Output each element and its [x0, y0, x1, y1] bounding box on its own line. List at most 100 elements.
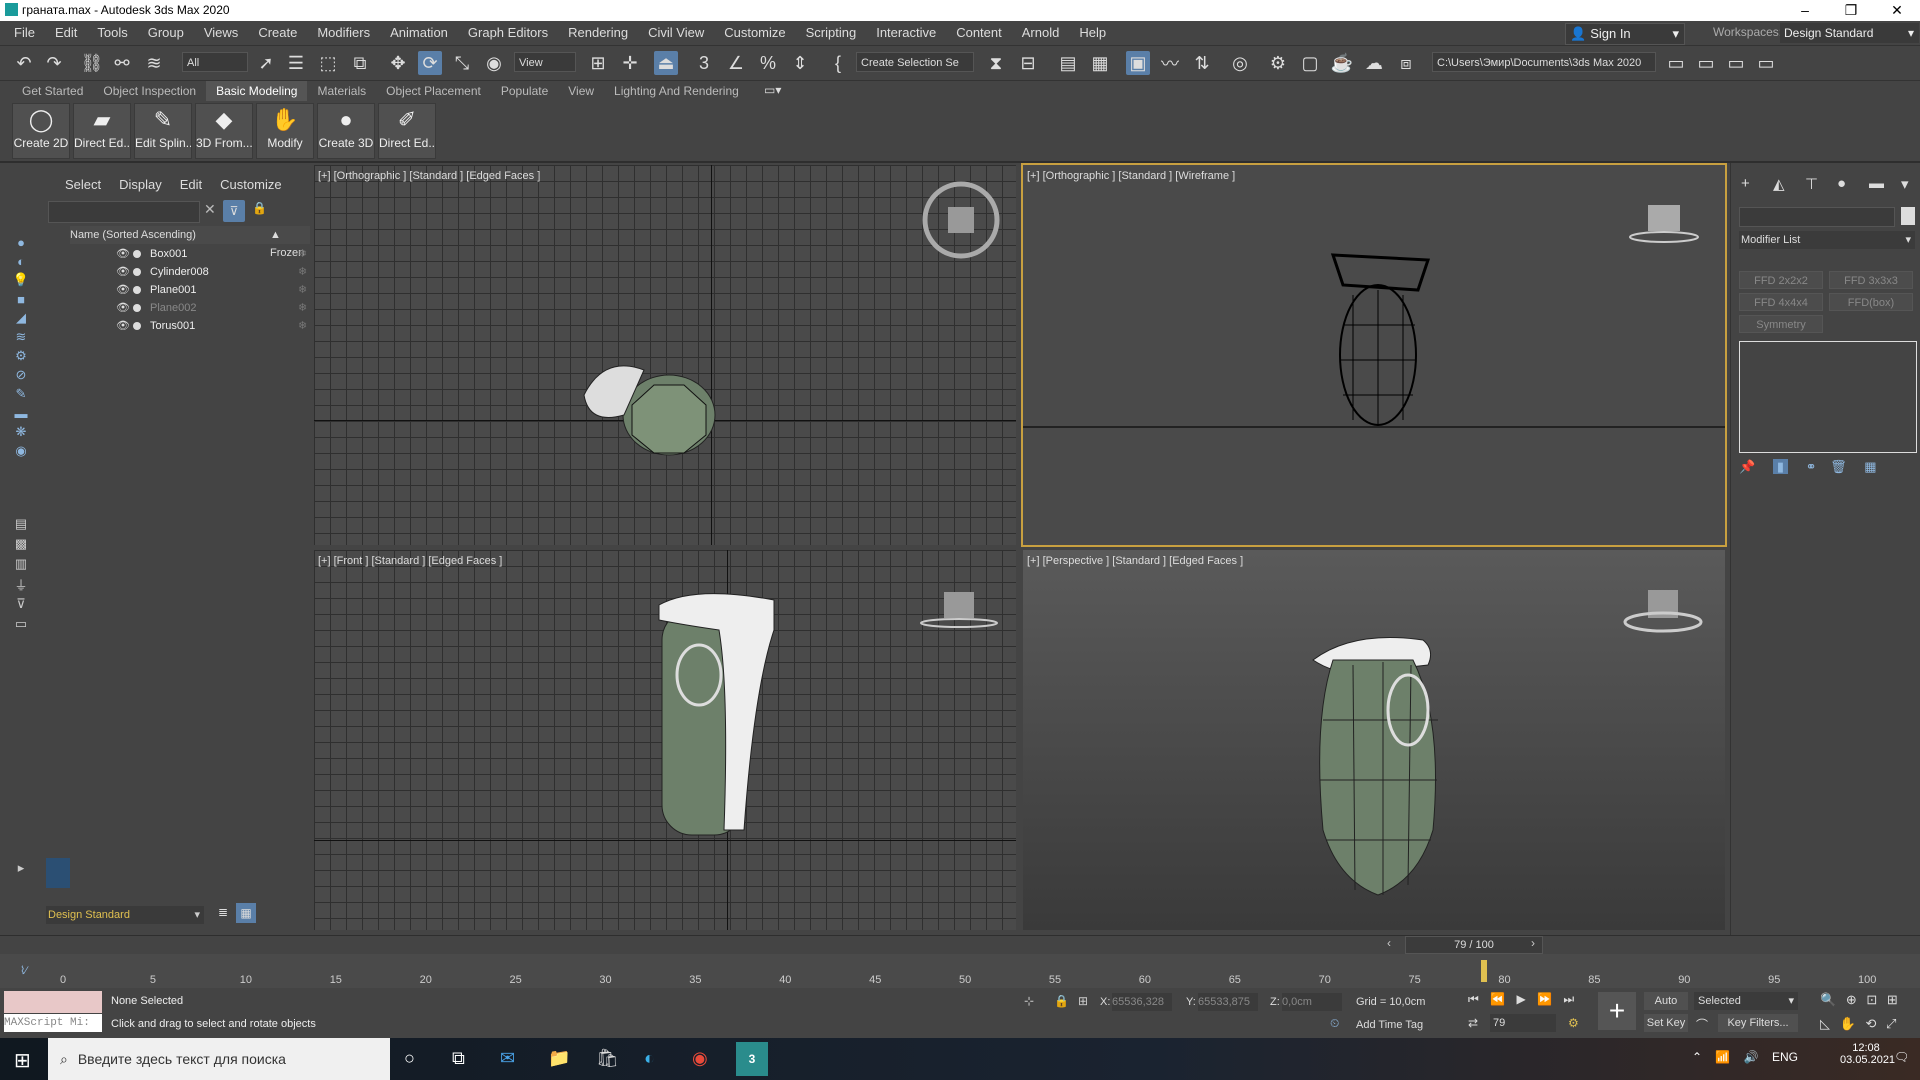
set-key-mode-button[interactable]: +	[1598, 992, 1636, 1030]
minimize-button[interactable]: –	[1782, 0, 1828, 21]
current-frame-field[interactable]: 79	[1490, 1014, 1556, 1032]
next-frame-icon[interactable]: ›	[1531, 936, 1535, 950]
ribbon-tab-materials[interactable]: Materials	[307, 81, 376, 101]
box-icon[interactable]: ▩	[12, 535, 30, 553]
object-name[interactable]: Torus001	[150, 317, 195, 335]
absolute-mode-icon[interactable]: ⊞	[1078, 994, 1088, 1008]
workspace-bar[interactable]: Design Standard ▾	[46, 906, 204, 924]
isolate-selection-icon[interactable]: ⊹	[1024, 994, 1034, 1008]
viewport-label[interactable]: [+] [Front ] [Standard ] [Edged Faces ]	[318, 555, 502, 567]
cortana-icon[interactable]: ○	[404, 1048, 415, 1069]
modifier-button-ffd-2x2x2[interactable]: FFD 2x2x2	[1739, 271, 1823, 289]
lock-icon[interactable]: 🔒	[252, 201, 267, 215]
y-coordinate-field[interactable]: 65533,875	[1198, 993, 1258, 1011]
ribbon-button-direct-edit-3d[interactable]: ✐ Direct Ed...	[378, 103, 436, 159]
key-mode-dropdown[interactable]: Selected ▾	[1694, 992, 1798, 1010]
go-to-end-icon[interactable]: ⏭	[1563, 992, 1574, 1006]
maxscript-mini-listener[interactable]: MAXScript Mi:	[4, 1014, 102, 1032]
viewport-layout-icon[interactable]	[46, 858, 70, 888]
orbit-icon[interactable]: ⟲	[1865, 1016, 1876, 1031]
zoom-icon[interactable]: 🔍	[1820, 992, 1836, 1007]
mirror-icon[interactable]: ⧗	[984, 51, 1008, 75]
ribbon-tab-get-started[interactable]: Get Started	[12, 81, 93, 101]
frozen-icon[interactable]: ❄	[298, 263, 307, 281]
pan-icon[interactable]: ✋	[1840, 1016, 1856, 1031]
previous-frame-icon[interactable]: ‹	[1387, 936, 1391, 950]
store-icon[interactable]: 🛍	[596, 1048, 619, 1069]
spinner-snap-icon[interactable]: ⇕	[788, 51, 812, 75]
folder-icon[interactable]: ▭	[12, 615, 30, 633]
chrome-icon[interactable]: ◉	[692, 1048, 708, 1069]
viewport-top-left[interactable]: [+] [Orthographic ] [Standard ] [Edged F…	[314, 165, 1016, 545]
window-crossing-icon[interactable]: ⧉	[348, 51, 372, 75]
modifier-button-ffd-4x4x4[interactable]: FFD 4x4x4	[1739, 293, 1823, 311]
frozen-icon[interactable]: ❄	[298, 299, 307, 317]
pin-stack-icon[interactable]: 📌	[1739, 459, 1755, 474]
modifier-button-ffd-box-[interactable]: FFD(box)	[1829, 293, 1913, 311]
mini-curve-editor-icon[interactable]: ⌇∕	[20, 964, 27, 977]
menu-tools[interactable]: Tools	[87, 21, 137, 45]
selection-lock-icon[interactable]: 🔒	[1054, 994, 1069, 1008]
go-to-start-icon[interactable]: ⏮	[1468, 992, 1479, 1006]
input-language[interactable]: ENG	[1772, 1050, 1798, 1064]
scene-object-row[interactable]: 👁 Plane002 ❄	[70, 299, 310, 317]
key-filters-button[interactable]: Key Filters...	[1718, 1014, 1798, 1032]
select-icon[interactable]: ●	[12, 233, 30, 251]
volume-icon[interactable]: 🔊	[1744, 1050, 1759, 1064]
ribbon-button-create-3d[interactable]: ● Create 3D	[317, 103, 375, 159]
menu-arnold[interactable]: Arnold	[1012, 21, 1070, 45]
make-unique-icon[interactable]: ⚭	[1806, 459, 1817, 474]
menu-animation[interactable]: Animation	[380, 21, 458, 45]
redo-icon[interactable]: ↷	[42, 51, 66, 75]
utilities-panel-icon[interactable]: ▾	[1901, 175, 1909, 193]
renderable-dot-icon[interactable]	[133, 286, 141, 294]
scene-column-header[interactable]: Name (Sorted Ascending) ▲ Frozen	[70, 226, 310, 259]
scene-tab-edit[interactable]: Edit	[171, 177, 211, 192]
menu-views[interactable]: Views	[194, 21, 248, 45]
place-icon[interactable]: ◉	[482, 51, 506, 75]
motion-panel-icon[interactable]: ●	[1837, 175, 1846, 192]
menu-file[interactable]: File	[4, 21, 45, 45]
spacewarp-icon[interactable]: ≋	[12, 328, 30, 346]
project-folder-dropdown[interactable]: C:\Users\Эмир\Documents\3ds Max 2020	[1432, 52, 1656, 72]
ribbon-tab-basic-modeling[interactable]: Basic Modeling	[206, 81, 308, 101]
name-column-header[interactable]: Name (Sorted Ascending)	[70, 226, 196, 244]
ribbon-tab-object-placement[interactable]: Object Placement	[376, 81, 491, 101]
remove-modifier-icon[interactable]: 🗑	[1830, 459, 1847, 474]
select-object-icon[interactable]: ➚	[254, 51, 278, 75]
renderable-dot-icon[interactable]	[133, 322, 141, 330]
bone-icon[interactable]: ⊘	[12, 366, 30, 384]
bind-space-warp-icon[interactable]: ≋	[142, 51, 166, 75]
taskbar-search[interactable]: ⌕ Введите здесь текст для поиска	[48, 1038, 390, 1080]
render-setup-icon[interactable]: ⚙	[1266, 51, 1290, 75]
clear-search-icon[interactable]: ✕	[204, 201, 216, 218]
close-button[interactable]: ✕	[1874, 0, 1920, 21]
show-end-result-icon[interactable]: ▮	[1772, 459, 1788, 474]
menu-edit[interactable]: Edit	[45, 21, 87, 45]
align-icon[interactable]: ⊟	[1016, 51, 1040, 75]
set-key-button[interactable]: Set Key	[1644, 1014, 1688, 1032]
toggle-ribbon-icon[interactable]: ▣	[1126, 51, 1150, 75]
scene-search-input[interactable]	[48, 201, 200, 223]
keyboard-shortcut-override-icon[interactable]: ⏏	[654, 51, 678, 75]
curve-editor-icon[interactable]: 〰	[1158, 51, 1182, 75]
eye-icon[interactable]: 👁	[116, 299, 130, 317]
renderable-dot-icon[interactable]	[133, 304, 141, 312]
scene-object-row[interactable]: 👁 Torus001 ❄	[70, 317, 310, 335]
hierarchy-tool-icon[interactable]: ▬	[12, 404, 30, 422]
modifier-stack[interactable]	[1739, 341, 1917, 453]
project-extra-icon[interactable]: ▭	[1754, 51, 1778, 75]
maximize-button[interactable]: ❐	[1828, 0, 1874, 21]
selection-filter-dropdown[interactable]: All	[182, 52, 248, 72]
default-in-out-tangents-icon[interactable]: ⌒	[1696, 1016, 1708, 1033]
eye-icon[interactable]: 👁	[116, 281, 130, 299]
link-icon[interactable]: ⛓	[80, 51, 104, 75]
viewport-label[interactable]: [+] [Perspective ] [Standard ] [Edged Fa…	[1027, 555, 1243, 567]
frozen-icon[interactable]: ❄	[298, 281, 307, 299]
time-configuration-icon[interactable]: ⚙	[1568, 1016, 1579, 1030]
ribbon-tab-lighting-and-rendering[interactable]: Lighting And Rendering	[604, 81, 749, 101]
network-icon[interactable]: 📶	[1715, 1050, 1730, 1064]
modifier-button-symmetry[interactable]: Symmetry	[1739, 315, 1823, 333]
scene-tab-display[interactable]: Display	[110, 177, 171, 192]
layer-explorer-icon[interactable]: ▦	[1088, 51, 1112, 75]
